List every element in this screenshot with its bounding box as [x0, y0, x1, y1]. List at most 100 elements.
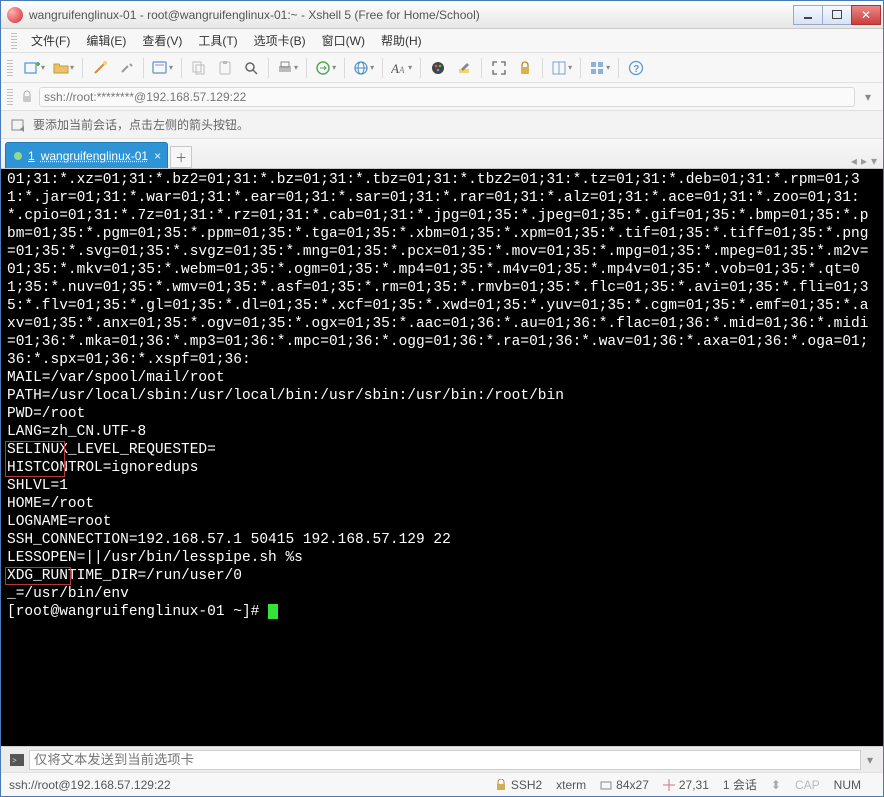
annotation-box: [5, 441, 65, 477]
status-sessions: 1 会话: [723, 776, 757, 793]
grip-icon: [7, 89, 13, 105]
position-icon: [663, 779, 675, 791]
wand-icon: [92, 60, 108, 76]
separator: [181, 58, 182, 78]
status-bar: ssh://root@192.168.57.129:22 SSH2 xterm …: [1, 772, 883, 796]
disconnect-button[interactable]: [114, 57, 138, 79]
menu-view[interactable]: 查看(V): [134, 29, 190, 52]
separator: [618, 58, 619, 78]
folder-open-icon: [53, 60, 69, 76]
status-updown: ⬍: [771, 778, 781, 792]
chevron-down-icon: ▾: [70, 63, 74, 72]
menu-help[interactable]: 帮助(H): [373, 29, 430, 52]
address-dropdown[interactable]: ▾: [859, 88, 877, 106]
card-icon: [152, 60, 168, 76]
tab-menu-button[interactable]: ▾: [871, 154, 877, 168]
layout-icon: [551, 60, 567, 76]
chevron-down-icon: ▾: [408, 63, 412, 72]
menu-tools[interactable]: 工具(T): [190, 29, 245, 52]
font-button[interactable]: AA▾: [388, 57, 415, 79]
session-tab[interactable]: 1 wangruifenglinux-01 ×: [5, 142, 168, 168]
menu-file[interactable]: 文件(F): [23, 29, 78, 52]
terminal[interactable]: 01;31:*.xz=01;31:*.bz2=01;31:*.bz=01;31:…: [1, 169, 883, 746]
session-tabbar: 1 wangruifenglinux-01 × ＋ ◂ ▸ ▾: [1, 139, 883, 169]
transfer-icon: [315, 60, 331, 76]
send-dropdown[interactable]: ▾: [867, 753, 873, 767]
status-ssh: SSH2: [495, 778, 542, 792]
svg-text:A: A: [391, 61, 399, 76]
toolbar: ▾ ▾ ▾ ▾ ▾ ▾ AA▾ ▾ ▾ ?: [1, 53, 883, 83]
language-button[interactable]: ▾: [350, 57, 377, 79]
properties-button[interactable]: ▾: [149, 57, 176, 79]
status-term: xterm: [556, 778, 586, 792]
chevron-down-icon: ▾: [332, 63, 336, 72]
menu-window[interactable]: 窗口(W): [314, 29, 373, 52]
menu-tab[interactable]: 选项卡(B): [246, 29, 314, 52]
chevron-down-icon: ▾: [169, 63, 173, 72]
chevron-down-icon: ▾: [865, 90, 871, 104]
annotation-box: [5, 567, 71, 585]
chevron-down-icon: ▾: [568, 63, 572, 72]
paste-button[interactable]: [213, 57, 237, 79]
chevron-down-icon: ▾: [370, 63, 374, 72]
print-button[interactable]: ▾: [274, 57, 301, 79]
font-icon: AA: [391, 60, 407, 76]
minimize-button[interactable]: [793, 5, 823, 25]
status-num: NUM: [834, 778, 861, 792]
help-button[interactable]: ?: [624, 57, 648, 79]
close-tab-button[interactable]: ×: [154, 149, 161, 163]
tab-prev-button[interactable]: ◂: [851, 154, 857, 168]
grip-icon: [7, 60, 13, 76]
tab-next-button[interactable]: ▸: [861, 154, 867, 168]
reconnect-button[interactable]: [88, 57, 112, 79]
address-input[interactable]: ssh://root:********@192.168.57.129:22: [39, 87, 855, 107]
clipboard-icon: [217, 60, 233, 76]
app-icon: [7, 7, 23, 23]
hint-text: 要添加当前会话，点击左侧的箭头按钮。: [33, 116, 249, 133]
separator: [580, 58, 581, 78]
svg-text:A: A: [398, 65, 405, 75]
send-command-bar: > ▾: [1, 746, 883, 772]
add-session-icon[interactable]: [11, 117, 27, 133]
grid-icon: [589, 60, 605, 76]
copy-button[interactable]: [187, 57, 211, 79]
status-connection: ssh://root@192.168.57.129:22: [9, 778, 171, 792]
chevron-down-icon: ▾: [41, 63, 45, 72]
new-session-icon: [24, 60, 40, 76]
send-command-input[interactable]: [29, 750, 861, 770]
xftp-button[interactable]: ▾: [312, 57, 339, 79]
grip-icon: [11, 33, 17, 49]
search-icon: [243, 60, 259, 76]
fullscreen-button[interactable]: [487, 57, 511, 79]
globe-icon: [353, 60, 369, 76]
open-session-button[interactable]: ▾: [50, 57, 77, 79]
find-button[interactable]: [239, 57, 263, 79]
tab-index: 1: [28, 149, 35, 163]
chevron-down-icon: ▾: [294, 63, 298, 72]
chevron-down-icon: ▾: [606, 63, 610, 72]
highlight-icon: [456, 60, 472, 76]
window-title: wangruifenglinux-01 - root@wangruifengli…: [29, 8, 794, 22]
separator: [306, 58, 307, 78]
color-scheme-button[interactable]: [426, 57, 450, 79]
new-tab-button[interactable]: ＋: [170, 146, 192, 168]
separator: [420, 58, 421, 78]
menu-edit[interactable]: 编辑(E): [78, 29, 134, 52]
palette-icon: [430, 60, 446, 76]
new-session-button[interactable]: ▾: [21, 57, 48, 79]
layout-button[interactable]: ▾: [548, 57, 575, 79]
cursor-icon: [268, 604, 278, 619]
close-button[interactable]: ✕: [851, 5, 881, 25]
menu-bar: 文件(F) 编辑(E) 查看(V) 工具(T) 选项卡(B) 窗口(W) 帮助(…: [1, 29, 883, 53]
separator: [382, 58, 383, 78]
status-size: 84x27: [600, 778, 649, 792]
highlight-button[interactable]: [452, 57, 476, 79]
plug-icon: [118, 60, 134, 76]
lock-button[interactable]: [513, 57, 537, 79]
status-dot-icon: [14, 152, 22, 160]
size-icon: [600, 779, 612, 791]
tile-button[interactable]: ▾: [586, 57, 613, 79]
copy-icon: [191, 60, 207, 76]
lock-icon: [19, 89, 35, 105]
maximize-button[interactable]: [822, 5, 852, 25]
